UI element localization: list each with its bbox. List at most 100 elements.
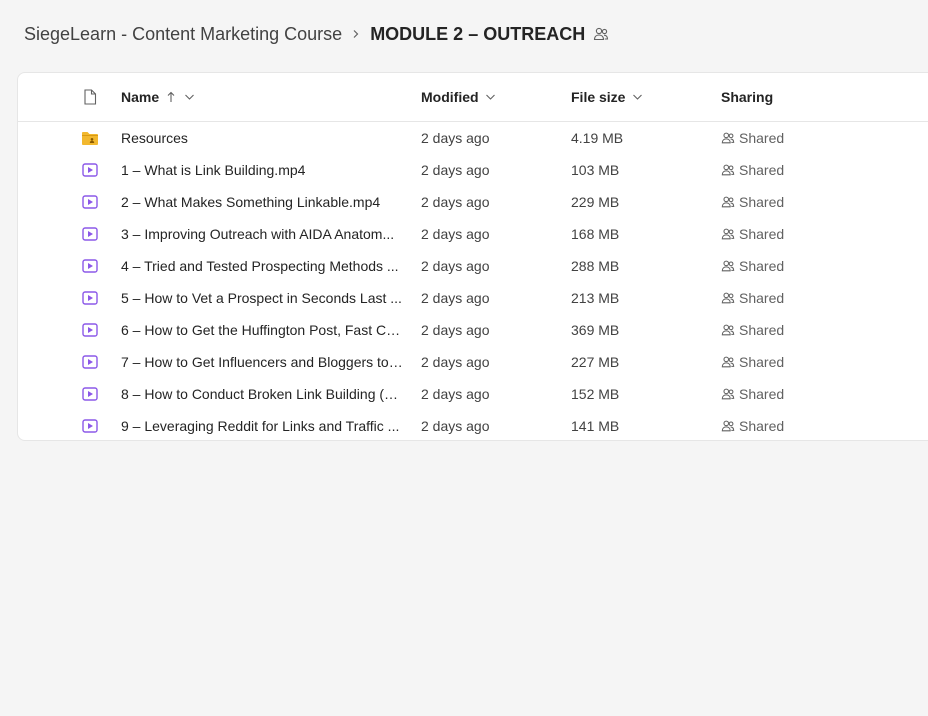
file-name[interactable]: 3 – Improving Outreach with AIDA Anatom.… — [121, 218, 411, 250]
sharing-label: Shared — [739, 258, 785, 274]
table-row[interactable]: 3 – Improving Outreach with AIDA Anatom.… — [18, 218, 928, 250]
table-row[interactable]: 4 – Tried and Tested Prospecting Methods… — [18, 250, 928, 282]
video-file-icon — [81, 385, 99, 403]
file-sharing: Shared — [721, 122, 861, 154]
column-header-name[interactable]: Name — [121, 73, 411, 121]
table-row[interactable]: 9 – Leveraging Reddit for Links and Traf… — [18, 410, 928, 440]
sharing-label: Shared — [739, 194, 785, 210]
video-file-icon — [81, 353, 99, 371]
breadcrumb-current: MODULE 2 – OUTREACH — [370, 23, 586, 44]
shared-folder-icon — [81, 129, 99, 147]
file-modified: 2 days ago — [421, 130, 490, 146]
file-size: 4.19 MB — [571, 130, 624, 146]
column-header-sharing-label: Sharing — [721, 89, 774, 105]
column-header-sharing[interactable]: Sharing — [721, 73, 861, 121]
sharing-label: Shared — [739, 354, 785, 370]
column-header-modified-label: Modified — [421, 89, 479, 105]
file-sharing: Shared — [721, 250, 861, 282]
column-header-row: Name Modified File size Sharing — [18, 73, 928, 122]
file-size: 152 MB — [571, 386, 620, 402]
file-size: 288 MB — [571, 258, 620, 274]
file-size: 168 MB — [571, 226, 620, 242]
video-file-icon — [81, 161, 99, 179]
file-sharing: Shared — [721, 186, 861, 218]
column-header-file-size-label: File size — [571, 89, 626, 105]
file-rows: Resources 2 days ago 4.19 MB Shared 1 – … — [18, 122, 928, 440]
file-sharing: Shared — [721, 378, 861, 410]
column-header-name-label: Name — [121, 89, 160, 105]
file-sharing: Shared — [721, 282, 861, 314]
breadcrumb-parent-link[interactable]: SiegeLearn - Content Marketing Course — [24, 24, 342, 45]
file-modified: 2 days ago — [421, 354, 490, 370]
file-size: 213 MB — [571, 290, 620, 306]
table-row[interactable]: Resources 2 days ago 4.19 MB Shared — [18, 122, 928, 154]
video-file-icon — [81, 321, 99, 339]
video-file-icon — [81, 225, 99, 243]
people-icon — [721, 355, 735, 369]
file-sharing: Shared — [721, 314, 861, 346]
chevron-down-icon — [183, 91, 195, 103]
people-icon — [721, 419, 735, 433]
file-modified: 2 days ago — [421, 162, 490, 178]
table-row[interactable]: 8 – How to Conduct Broken Link Building … — [18, 378, 928, 410]
people-icon — [721, 131, 735, 145]
table-row[interactable]: 6 – How to Get the Huffington Post, Fast… — [18, 314, 928, 346]
file-name[interactable]: 9 – Leveraging Reddit for Links and Traf… — [121, 410, 411, 440]
table-row[interactable]: 7 – How to Get Influencers and Bloggers … — [18, 346, 928, 378]
sharing-label: Shared — [739, 226, 785, 242]
table-row[interactable]: 5 – How to Vet a Prospect in Seconds Las… — [18, 282, 928, 314]
file-name[interactable]: 4 – Tried and Tested Prospecting Methods… — [121, 250, 411, 282]
column-header-modified[interactable]: Modified — [421, 73, 561, 121]
file-modified: 2 days ago — [421, 322, 490, 338]
file-size: 229 MB — [571, 194, 620, 210]
file-sharing: Shared — [721, 346, 861, 378]
sharing-label: Shared — [739, 130, 785, 146]
file-name[interactable]: Resources — [121, 122, 411, 154]
file-type-header-icon[interactable] — [81, 88, 99, 106]
people-icon — [721, 195, 735, 209]
video-file-icon — [81, 417, 99, 435]
file-modified: 2 days ago — [421, 258, 490, 274]
column-header-file-size[interactable]: File size — [571, 73, 711, 121]
table-row[interactable]: 1 – What is Link Building.mp4 2 days ago… — [18, 154, 928, 186]
file-name[interactable]: 7 – How to Get Influencers and Bloggers … — [121, 346, 411, 378]
sharing-label: Shared — [739, 322, 785, 338]
sharing-label: Shared — [739, 418, 785, 434]
file-size: 369 MB — [571, 322, 620, 338]
table-row[interactable]: 2 – What Makes Something Linkable.mp4 2 … — [18, 186, 928, 218]
file-name[interactable]: 6 – How to Get the Huffington Post, Fast… — [121, 314, 411, 346]
video-file-icon — [81, 289, 99, 307]
file-name[interactable]: 2 – What Makes Something Linkable.mp4 — [121, 186, 411, 218]
chevron-right-icon — [342, 20, 370, 48]
people-icon[interactable] — [593, 26, 609, 42]
file-sharing: Shared — [721, 154, 861, 186]
file-modified: 2 days ago — [421, 226, 490, 242]
video-file-icon — [81, 257, 99, 275]
people-icon — [721, 291, 735, 305]
chevron-down-icon — [631, 91, 643, 103]
sharing-label: Shared — [739, 162, 785, 178]
people-icon — [721, 323, 735, 337]
file-modified: 2 days ago — [421, 418, 490, 434]
file-modified: 2 days ago — [421, 386, 490, 402]
sharing-label: Shared — [739, 386, 785, 402]
people-icon — [721, 163, 735, 177]
file-name[interactable]: 8 – How to Conduct Broken Link Building … — [121, 378, 411, 410]
sharing-label: Shared — [739, 290, 785, 306]
file-modified: 2 days ago — [421, 194, 490, 210]
breadcrumb: SiegeLearn - Content Marketing Course MO… — [24, 20, 609, 48]
file-list: Name Modified File size Sharing Resource… — [17, 72, 928, 441]
chevron-down-icon — [485, 91, 497, 103]
file-size: 141 MB — [571, 418, 620, 434]
people-icon — [721, 259, 735, 273]
file-name[interactable]: 1 – What is Link Building.mp4 — [121, 154, 411, 186]
video-file-icon — [81, 193, 99, 211]
file-name[interactable]: 5 – How to Vet a Prospect in Seconds Las… — [121, 282, 411, 314]
file-size: 227 MB — [571, 354, 620, 370]
file-modified: 2 days ago — [421, 290, 490, 306]
file-sharing: Shared — [721, 410, 861, 440]
people-icon — [721, 227, 735, 241]
file-size: 103 MB — [571, 162, 620, 178]
sort-ascending-icon — [165, 91, 177, 103]
file-sharing: Shared — [721, 218, 861, 250]
